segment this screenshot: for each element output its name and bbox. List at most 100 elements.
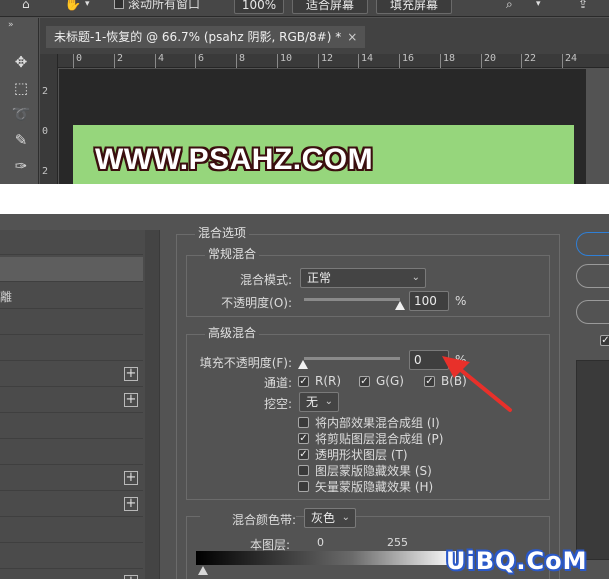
list-item[interactable] <box>0 414 143 439</box>
ruler-tick: 14 <box>358 54 373 68</box>
ruler-tick: 20 <box>481 54 496 68</box>
document-tab[interactable]: 未标题-1-恢复的 @ 66.7% (psahz 阴影, RGB/8#) * × <box>46 26 366 48</box>
options-bar: ⌂ ✋ ▾ 滚动所有窗口 100% 适合屏幕 填充屏幕 ⌕ ▾ ⇪ <box>0 0 609 17</box>
add-style-icon[interactable]: + <box>124 497 138 511</box>
add-style-icon[interactable]: + <box>124 471 138 485</box>
scroll-all-windows-label: 滚动所有窗口 <box>128 0 201 11</box>
add-style-icon[interactable]: + <box>124 367 138 381</box>
share-icon[interactable]: ⇪ <box>578 0 588 14</box>
ruler-tick: 10 <box>277 54 292 68</box>
panel-dock-edge <box>586 69 609 184</box>
add-style-icon[interactable]: + <box>124 575 138 579</box>
checkbox-box[interactable] <box>114 0 124 9</box>
workspace-chevron-icon[interactable]: ▾ <box>536 0 541 14</box>
ruler-tick: 22 <box>521 54 536 68</box>
list-item[interactable] <box>0 336 143 361</box>
horizontal-ruler: 0 2 4 6 8 10 12 14 16 18 20 22 24 <box>58 54 609 68</box>
list-item[interactable]: + <box>0 362 143 387</box>
channel-g-checkbox[interactable]: ✓ <box>359 376 370 387</box>
channel-r-label: R(R) <box>315 374 342 388</box>
fill-screen-button[interactable]: 填充屏幕 <box>376 0 452 14</box>
close-icon[interactable]: × <box>347 30 357 44</box>
quick-select-tool-icon[interactable]: ✎ <box>11 130 31 150</box>
blend-clipped-layers-label: 将剪贴图层混合成组 (P) <box>315 432 444 446</box>
list-item[interactable]: + <box>0 388 143 413</box>
blend-mode-select[interactable]: 正常 ⌄ <box>300 268 426 288</box>
canvas-text-layer[interactable]: WWW.PSAHZ.COM <box>95 143 373 177</box>
ruler-tick: 2 <box>114 54 123 68</box>
list-item[interactable] <box>0 518 143 543</box>
fit-screen-button[interactable]: 适合屏幕 <box>292 0 368 14</box>
opacity-unit: % <box>455 294 467 308</box>
this-layer-high-value: 255 <box>387 536 408 549</box>
this-layer-black-slider[interactable] <box>198 566 208 575</box>
hand-tool-icon[interactable]: ✋ <box>64 0 81 14</box>
knockout-select[interactable]: 无 ⌄ <box>299 392 339 412</box>
blend-interior-effects-checkbox[interactable] <box>298 417 309 428</box>
list-item[interactable] <box>0 544 143 569</box>
list-item[interactable]: + <box>0 466 143 491</box>
list-item-selected[interactable] <box>0 257 143 282</box>
fill-opacity-slider-thumb[interactable] <box>298 360 308 369</box>
channel-r-checkbox[interactable]: ✓ <box>298 376 309 387</box>
blend-mode-label: 混合模式: <box>239 273 292 287</box>
list-item[interactable] <box>0 230 143 255</box>
document-tab-strip: 未标题-1-恢复的 @ 66.7% (psahz 阴影, RGB/8#) * × <box>40 18 609 54</box>
chevron-down-icon: ⌄ <box>324 396 333 407</box>
advanced-blending-legend: 高级混合 <box>205 324 260 341</box>
new-style-button[interactable]: 新 <box>576 300 609 324</box>
opacity-slider-track[interactable] <box>304 298 400 301</box>
chevron-down-icon: ⌄ <box>411 272 420 283</box>
transparency-shapes-layer-checkbox[interactable]: ✓ <box>298 449 309 460</box>
list-item[interactable]: + <box>0 570 143 579</box>
channel-b-checkbox[interactable]: ✓ <box>424 376 435 387</box>
blend-if-label: 混合颜色带: <box>200 511 296 528</box>
ruler-tick: 6 <box>195 54 204 68</box>
channels-label: 通道: <box>263 376 292 390</box>
list-item[interactable]: 離 <box>0 284 143 309</box>
layer-style-dialog: 離 + + + + + 混合选项 常规混合 混合模式: 正常 ⌄ 不透明度(O):… <box>0 214 609 579</box>
style-preview-swatch <box>576 360 609 560</box>
ruler-tick: 4 <box>155 54 164 68</box>
preview-checkbox[interactable]: ✓ <box>600 335 609 346</box>
general-blending-legend: 常规混合 <box>205 245 260 262</box>
canvas-area[interactable]: WWW.PSAHZ.COM <box>59 69 609 184</box>
ok-button[interactable] <box>576 232 609 256</box>
ruler-tick: 24 <box>562 54 577 68</box>
zoom-field[interactable]: 100% <box>234 0 284 14</box>
style-list-scrollbar[interactable] <box>145 230 159 579</box>
blending-options-title: 混合选项 <box>195 224 250 241</box>
opacity-slider-thumb[interactable] <box>395 301 405 310</box>
ruler-tick: 2 <box>42 86 49 97</box>
panel-collapse-icon[interactable]: » <box>8 20 14 30</box>
list-item[interactable] <box>0 440 143 465</box>
layer-mask-hides-effects-checkbox[interactable] <box>298 465 309 476</box>
cancel-button[interactable] <box>576 264 609 288</box>
add-style-icon[interactable]: + <box>124 393 138 407</box>
vector-mask-hides-effects-checkbox[interactable] <box>298 481 309 492</box>
annotation-arrow <box>442 356 512 412</box>
blend-if-select[interactable]: 灰色 ⌄ <box>304 508 356 528</box>
fill-opacity-slider-track[interactable] <box>304 357 400 360</box>
home-icon[interactable]: ⌂ <box>22 0 30 14</box>
ruler-tick: 18 <box>440 54 455 68</box>
move-tool-icon[interactable]: ✥ <box>11 52 31 72</box>
this-layer-gradient-bar[interactable] <box>196 551 456 565</box>
ruler-tick: 2 <box>42 166 49 177</box>
tool-preset-chevron-icon[interactable]: ▾ <box>85 0 90 14</box>
opacity-input[interactable]: 100 <box>409 291 449 311</box>
channel-g-label: G(G) <box>376 374 404 388</box>
marquee-tool-icon[interactable]: ⬚ <box>11 78 31 98</box>
scroll-all-windows-checkbox[interactable]: 滚动所有窗口 <box>114 0 200 14</box>
layer-mask-hides-effects-label: 图层蒙版隐藏效果 (S) <box>315 464 432 478</box>
lasso-tool-icon[interactable]: ➰ <box>11 104 31 124</box>
search-icon[interactable]: ⌕ <box>506 0 513 14</box>
ruler-tick: 0 <box>73 54 82 68</box>
list-item[interactable]: + <box>0 492 143 517</box>
list-item[interactable] <box>0 310 143 335</box>
eyedropper-tool-icon[interactable]: ✑ <box>11 156 31 176</box>
chevron-down-icon: ⌄ <box>341 512 350 523</box>
blend-clipped-layers-checkbox[interactable]: ✓ <box>298 433 309 444</box>
document-canvas[interactable]: WWW.PSAHZ.COM <box>73 125 574 184</box>
dialog-button-column: 新 ✓ <box>564 214 609 579</box>
